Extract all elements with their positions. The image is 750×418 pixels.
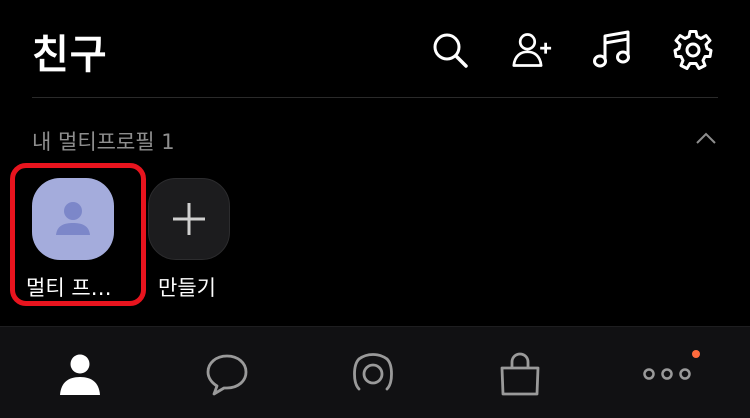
chats-tab-icon[interactable]: [202, 349, 252, 399]
header-divider: [32, 97, 718, 98]
plus-icon: [173, 203, 205, 235]
bottom-tab-bar: [0, 326, 750, 418]
profile-name: 멀티 프…: [26, 276, 112, 300]
notification-badge: [692, 350, 700, 358]
person-icon: [56, 202, 90, 235]
page-title: 친구: [32, 32, 108, 78]
create-profile-button[interactable]: [148, 178, 230, 260]
create-profile-label: 만들기: [158, 276, 216, 300]
more-tab-icon[interactable]: [642, 349, 692, 399]
avatar[interactable]: [32, 178, 114, 260]
section-label: 내 멀티프로필 1: [32, 130, 175, 154]
header-bar: 친구: [0, 0, 750, 98]
settings-icon[interactable]: [673, 30, 713, 70]
add-friend-icon[interactable]: [512, 30, 552, 70]
shopping-tab-icon[interactable]: [495, 349, 545, 399]
search-icon[interactable]: [430, 30, 470, 70]
chevron-up-icon[interactable]: [694, 128, 718, 148]
music-icon[interactable]: [592, 30, 632, 70]
friends-tab-icon[interactable]: [55, 349, 105, 399]
openchat-tab-icon[interactable]: [348, 349, 398, 399]
